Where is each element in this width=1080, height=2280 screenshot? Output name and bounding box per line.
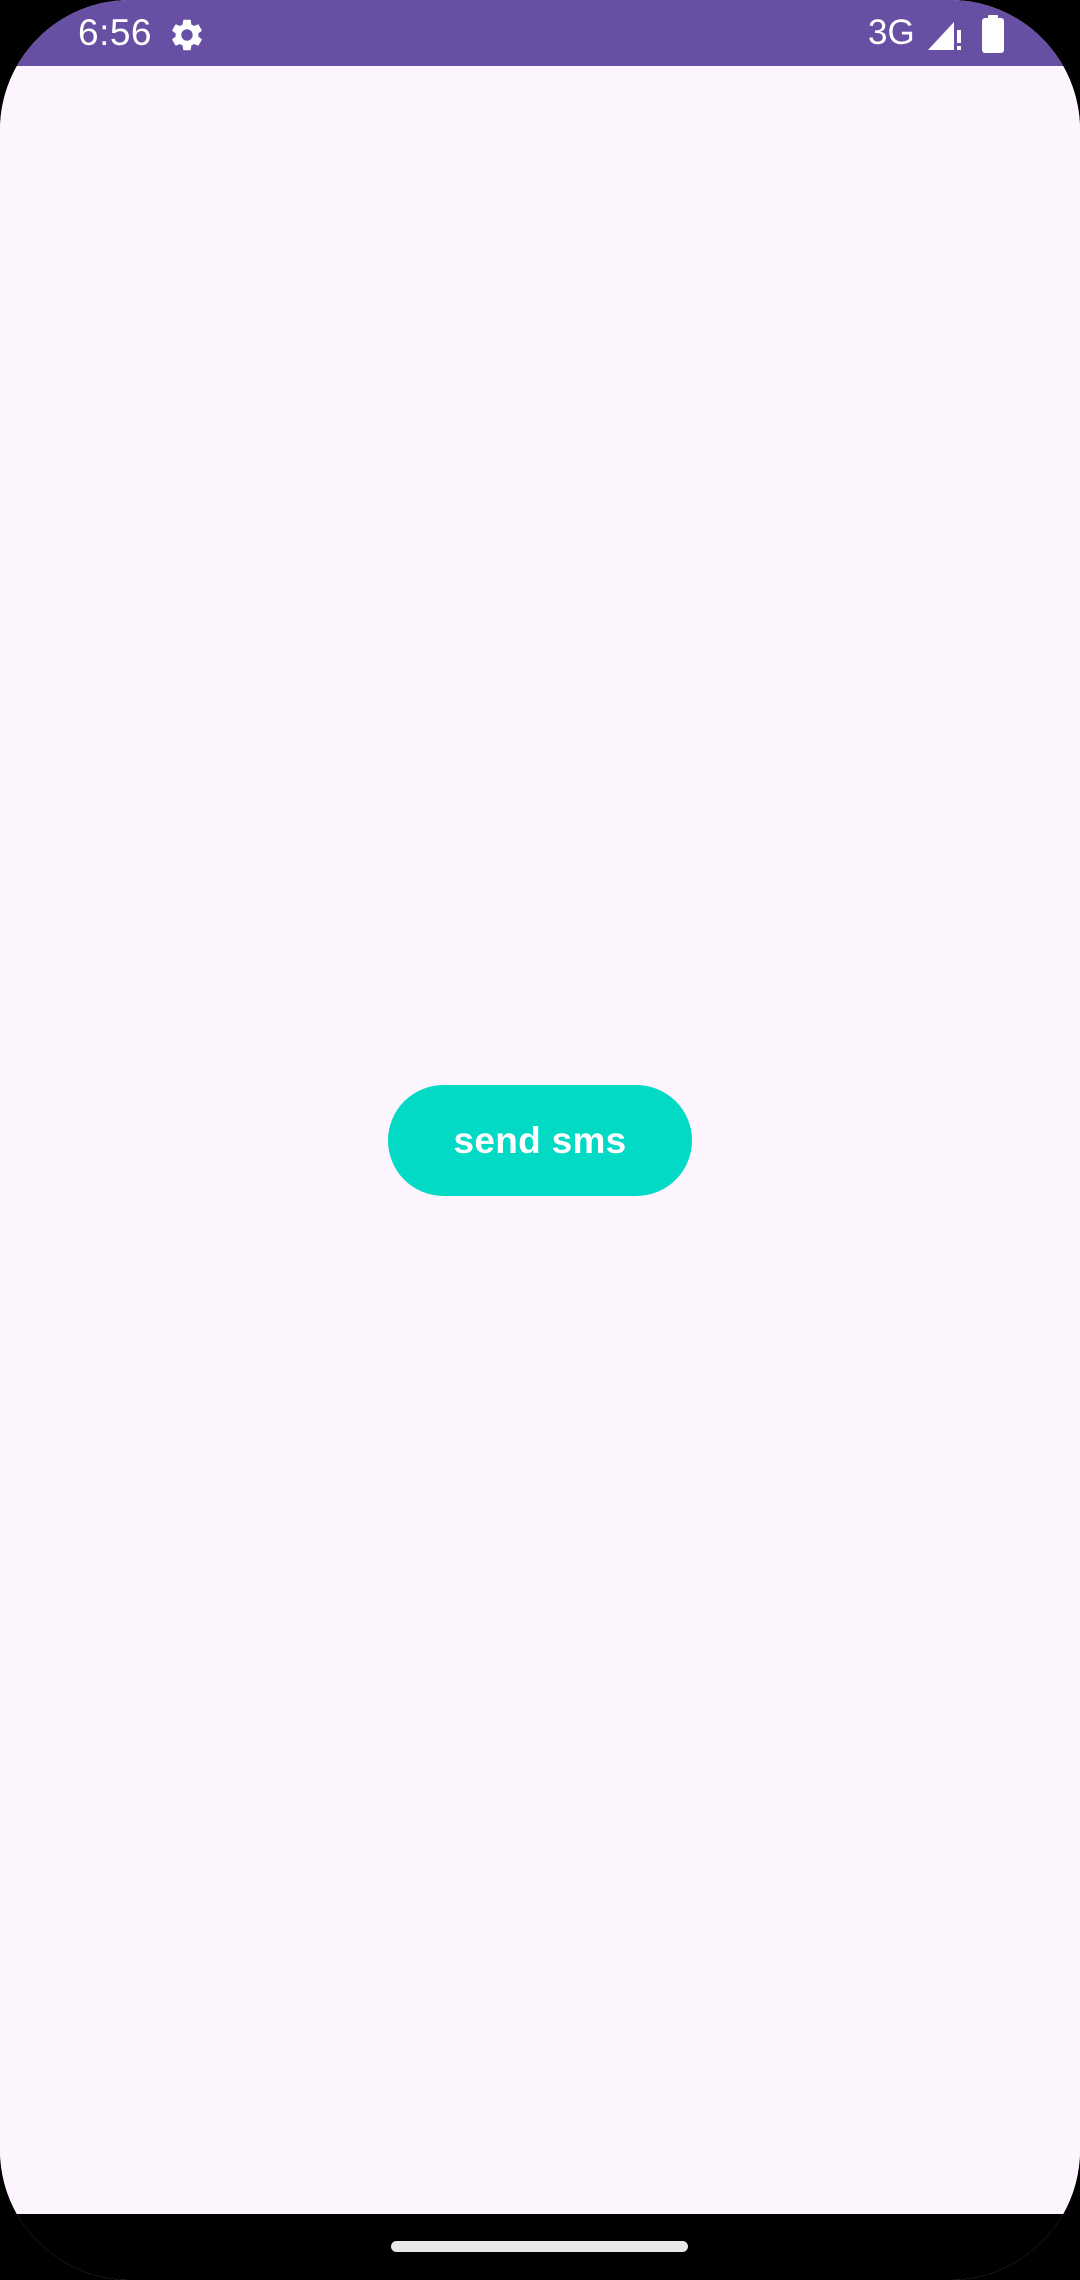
gear-icon	[168, 16, 206, 54]
network-type-label: 3G	[868, 13, 915, 52]
phone-screen: 6:56 3G send sms	[0, 0, 1080, 2280]
battery-icon	[981, 15, 1005, 53]
send-sms-button[interactable]: send sms	[388, 1085, 692, 1196]
status-bar: 6:56 3G	[0, 0, 1080, 66]
home-indicator[interactable]	[391, 2241, 688, 2252]
main-content: send sms	[0, 66, 1080, 2214]
navigation-bar	[0, 2214, 1080, 2280]
status-time: 6:56	[78, 12, 153, 53]
signal-icon	[926, 16, 964, 52]
